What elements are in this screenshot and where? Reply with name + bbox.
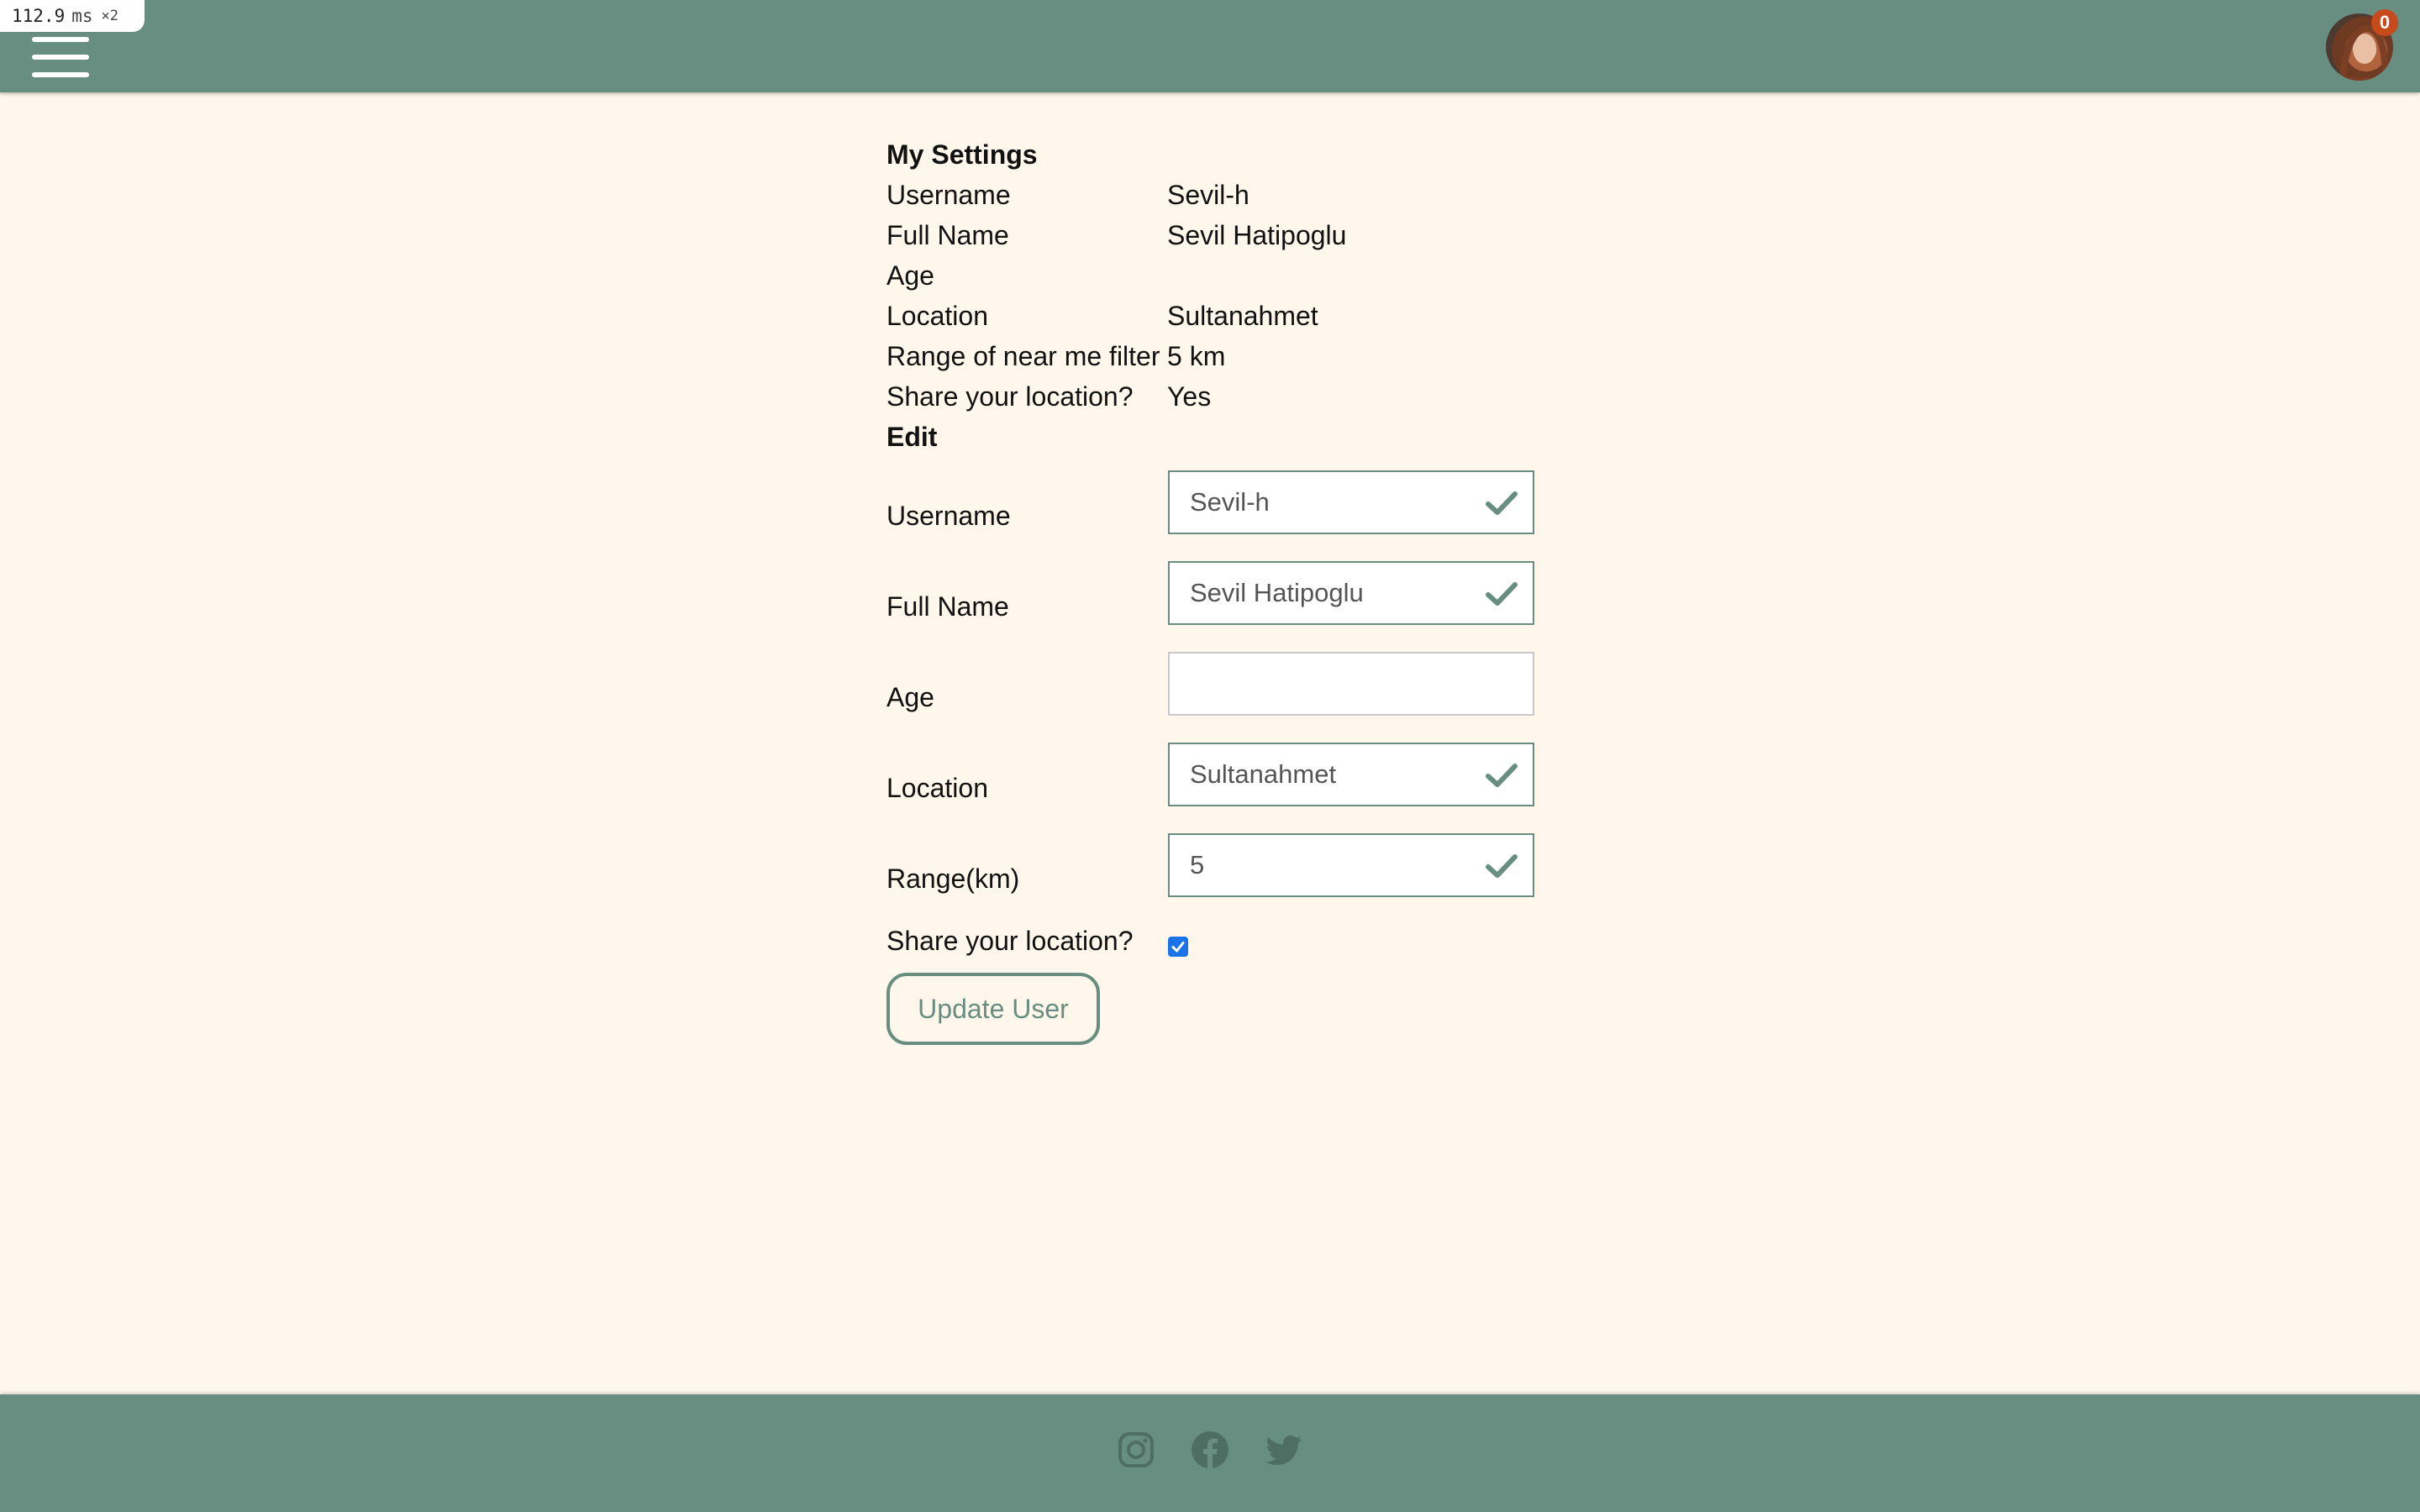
info-value: Sevil Hatipoglu	[1167, 220, 1347, 250]
location-input[interactable]	[1170, 744, 1533, 805]
social-links	[1116, 1430, 1304, 1470]
info-row-age: Age	[886, 255, 1559, 296]
username-input[interactable]	[1170, 472, 1533, 533]
twitter-icon[interactable]	[1264, 1430, 1304, 1470]
info-value: Yes	[1167, 381, 1212, 412]
info-label: Full Name	[886, 220, 1009, 250]
footer	[0, 1394, 2420, 1512]
field-label: Username	[886, 500, 1011, 531]
update-user-button[interactable]: Update User	[886, 973, 1100, 1045]
age-field	[1168, 652, 1534, 716]
info-row-username: Username Sevil-h	[886, 175, 1559, 215]
field-label: Location	[886, 772, 988, 803]
check-icon	[1486, 582, 1518, 606]
info-value: 5 km	[1167, 341, 1226, 371]
field-label: Share your location?	[886, 925, 1134, 956]
instagram-icon[interactable]	[1116, 1430, 1156, 1470]
checkmark-icon	[1171, 942, 1185, 953]
top-header: 0	[0, 0, 2420, 92]
edit-heading: Edit	[886, 422, 938, 452]
check-icon	[1486, 764, 1518, 787]
check-icon	[1486, 491, 1518, 515]
facebook-icon[interactable]	[1190, 1430, 1230, 1470]
form-row-full-name: Full Name	[886, 548, 1559, 638]
info-label: Age	[886, 260, 934, 291]
username-field	[1168, 470, 1534, 534]
location-field	[1168, 743, 1534, 806]
perf-unit: ms	[71, 6, 93, 26]
full-name-input[interactable]	[1170, 563, 1533, 623]
hamburger-menu-icon[interactable]	[32, 37, 89, 81]
form-row-range: Range(km)	[886, 820, 1559, 911]
info-value: Sultanahmet	[1167, 301, 1318, 331]
check-icon	[1486, 854, 1518, 878]
field-label: Range(km)	[886, 863, 1020, 894]
share-location-checkbox[interactable]	[1168, 937, 1188, 957]
perf-multiplier: ×2	[101, 8, 118, 24]
range-field	[1168, 833, 1534, 897]
info-label: Location	[886, 301, 988, 331]
info-row-location: Location Sultanahmet	[886, 296, 1559, 336]
my-settings-heading: My Settings	[886, 139, 1038, 170]
info-row-range: Range of near me filter 5 km	[886, 336, 1559, 376]
form-row-location: Location	[886, 729, 1559, 820]
perf-value: 112.9	[12, 6, 66, 26]
info-label: Username	[886, 180, 1011, 210]
form-row-share-location: Share your location?	[886, 914, 1559, 968]
info-label: Share your location?	[886, 381, 1134, 412]
field-label: Age	[886, 681, 934, 712]
form-row-age: Age	[886, 638, 1559, 729]
form-row-username: Username	[886, 457, 1559, 548]
range-input[interactable]	[1170, 835, 1533, 895]
field-label: Full Name	[886, 591, 1009, 622]
age-input[interactable]	[1170, 654, 1533, 714]
settings-panel: My Settings Username Sevil-h Full Name S…	[886, 134, 1559, 1045]
info-label: Range of near me filter	[886, 341, 1160, 371]
info-row-full-name: Full Name Sevil Hatipoglu	[886, 215, 1559, 255]
info-row-share-location: Share your location? Yes	[886, 376, 1559, 417]
info-value: Sevil-h	[1167, 180, 1249, 210]
full-name-field	[1168, 561, 1534, 625]
notification-badge[interactable]: 0	[2371, 9, 2398, 36]
perf-overlay: 112.9 ms ×2	[0, 0, 145, 32]
